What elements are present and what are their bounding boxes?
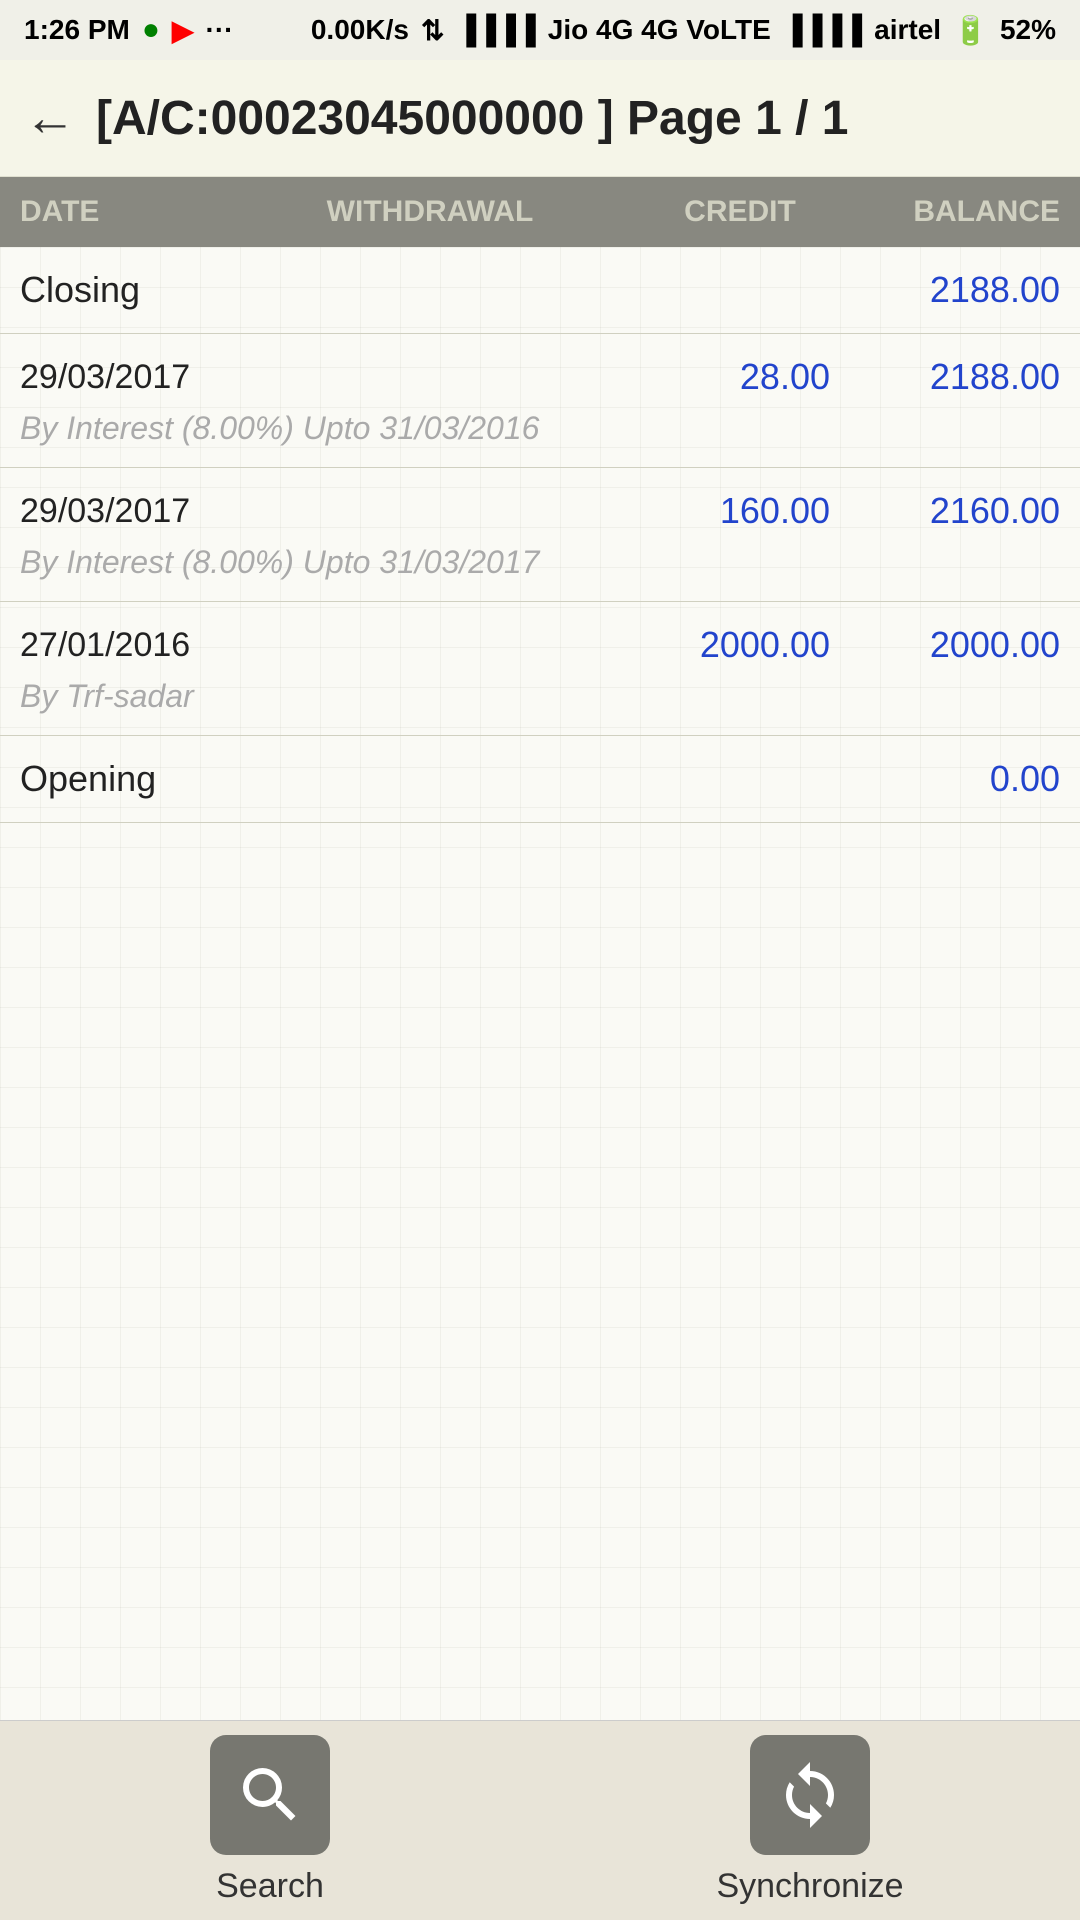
closing-balance: 2188.00 xyxy=(930,269,1060,311)
status-left: 1:26 PM ● ▶ ··· xyxy=(24,13,233,47)
col-header-date: DATE xyxy=(20,195,220,229)
opening-row: Opening 0.00 xyxy=(0,736,1080,823)
tx1-description: By Interest (8.00%) Upto 31/03/2016 xyxy=(0,406,1080,467)
table-header: DATE WITHDRAWAL CREDIT BALANCE xyxy=(0,177,1080,247)
whatsapp-icon: ● xyxy=(142,13,160,47)
col-header-credit: CREDIT xyxy=(640,195,840,229)
tx3-date: 27/01/2016 xyxy=(20,626,240,665)
tx2-credit: 160.00 xyxy=(630,490,830,532)
transaction-data-3: 27/01/2016 2000.00 2000.00 xyxy=(0,602,1080,674)
sync-icon-box xyxy=(750,1735,870,1855)
network-speed: 0.00K/s xyxy=(311,14,409,46)
sync-label: Synchronize xyxy=(716,1867,903,1906)
status-bar: 1:26 PM ● ▶ ··· 0.00K/s ⇅ ▐▐▐▐ Jio 4G 4G… xyxy=(0,0,1080,60)
search-icon xyxy=(234,1759,306,1831)
signal-bars-2: ▐▐▐▐ xyxy=(783,14,862,46)
carrier-info: Jio 4G 4G VoLTE xyxy=(548,14,771,46)
transaction-row-2: 29/03/2017 160.00 2160.00 By Interest (8… xyxy=(0,468,1080,602)
tx3-description: By Trf-sadar xyxy=(0,674,1080,735)
closing-row: Closing 2188.00 xyxy=(0,247,1080,334)
closing-label: Closing xyxy=(20,269,140,311)
time-display: 1:26 PM xyxy=(24,14,130,46)
header: ← [A/C:00023045000000 ] Page 1 / 1 xyxy=(0,60,1080,177)
tx1-date: 29/03/2017 xyxy=(20,358,240,397)
transaction-data-2: 29/03/2017 160.00 2160.00 xyxy=(0,468,1080,540)
page-title: [A/C:00023045000000 ] Page 1 / 1 xyxy=(96,91,848,146)
transaction-row-3: 27/01/2016 2000.00 2000.00 By Trf-sadar xyxy=(0,602,1080,736)
synchronize-button[interactable]: Synchronize xyxy=(710,1735,910,1906)
tx3-credit: 2000.00 xyxy=(630,624,830,666)
tx2-date: 29/03/2017 xyxy=(20,492,240,531)
youtube-icon: ▶ xyxy=(172,14,194,47)
opening-balance: 0.00 xyxy=(990,758,1060,800)
col-header-balance: BALANCE xyxy=(840,195,1060,229)
tx2-description: By Interest (8.00%) Upto 31/03/2017 xyxy=(0,540,1080,601)
back-button[interactable]: ← xyxy=(24,88,76,148)
transaction-row-1: 29/03/2017 28.00 2188.00 By Interest (8.… xyxy=(0,334,1080,468)
table-content: Closing 2188.00 29/03/2017 28.00 2188.00… xyxy=(0,247,1080,1720)
transaction-data-1: 29/03/2017 28.00 2188.00 xyxy=(0,334,1080,406)
more-icon: ··· xyxy=(206,14,234,46)
bottom-bar: Search Synchronize xyxy=(0,1720,1080,1920)
tx3-balance: 2000.00 xyxy=(830,624,1060,666)
search-label: Search xyxy=(216,1867,324,1906)
tx1-credit: 28.00 xyxy=(630,356,830,398)
signal-bars-1: ▐▐▐▐ xyxy=(456,14,535,46)
search-icon-box xyxy=(210,1735,330,1855)
status-right: 0.00K/s ⇅ ▐▐▐▐ Jio 4G 4G VoLTE ▐▐▐▐ airt… xyxy=(311,14,1056,47)
search-button[interactable]: Search xyxy=(170,1735,370,1906)
signal-arrows: ⇅ xyxy=(421,14,444,47)
carrier-2: airtel xyxy=(874,14,941,46)
sync-icon xyxy=(774,1759,846,1831)
tx2-balance: 2160.00 xyxy=(830,490,1060,532)
col-header-withdrawal: WITHDRAWAL xyxy=(220,195,640,229)
opening-label: Opening xyxy=(20,758,156,800)
battery-icon: 🔋 xyxy=(953,14,988,47)
tx1-balance: 2188.00 xyxy=(830,356,1060,398)
battery-level: 52% xyxy=(1000,14,1056,46)
